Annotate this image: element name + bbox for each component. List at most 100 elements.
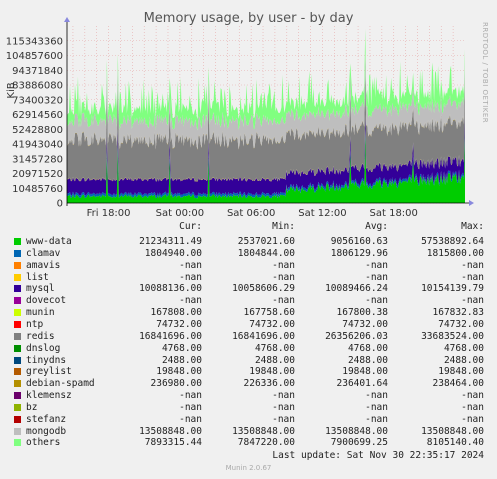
col-cur-header: Cur: bbox=[179, 221, 202, 232]
y-tick-label: 31457280 bbox=[12, 154, 63, 165]
legend-cur-value: 13508848.00 bbox=[139, 425, 202, 437]
legend-row-greylist: greylist 19848.00 19848.00 19848.00 19848.00 bbox=[0, 366, 497, 378]
legend-row-list: list -nan -nan -nan -nan bbox=[0, 272, 497, 284]
y-tick-label: 62914560 bbox=[12, 110, 63, 121]
legend-avg-value: -nan bbox=[365, 390, 388, 402]
legend-series-name: www-data bbox=[26, 236, 72, 247]
legend-max-value: 33683524.00 bbox=[421, 330, 484, 342]
legend-swatch bbox=[14, 439, 21, 447]
legend-min-value: -nan bbox=[272, 413, 295, 425]
legend-max-value: 167832.83 bbox=[432, 307, 484, 319]
legend-row-debian-spamd: debian-spamd 236980.00 226336.00 236401.64 2… bbox=[0, 378, 497, 390]
legend-swatch bbox=[14, 261, 21, 269]
legend-min-value: -nan bbox=[272, 271, 295, 283]
legend-swatch bbox=[14, 368, 21, 376]
legend-cur-value: -nan bbox=[179, 259, 202, 271]
legend-max-value: -nan bbox=[461, 401, 484, 413]
legend-series-name: munin bbox=[26, 307, 55, 319]
legend-cur-value: -nan bbox=[179, 271, 202, 283]
legend-max-value: -nan bbox=[461, 295, 484, 307]
legend-max-value: 19848.00 bbox=[438, 366, 484, 378]
y-tick-label: 0 bbox=[57, 199, 63, 210]
legend-series-name: dnslog bbox=[26, 342, 61, 354]
legend-max-value: -nan bbox=[461, 271, 484, 283]
legend-swatch bbox=[14, 427, 21, 435]
legend-swatch bbox=[14, 380, 21, 388]
munin-version: Munin 2.0.67 bbox=[225, 464, 272, 472]
legend-row-mongodb: mongodb 13508848.00 13508848.00 13508848.00… bbox=[0, 426, 497, 438]
legend-max-value: 1815800.00 bbox=[426, 247, 484, 259]
legend-cur-value: 2488.00 bbox=[161, 354, 202, 366]
legend-max-value: 57538892.64 bbox=[421, 236, 484, 247]
legend-series-name: mongodb bbox=[26, 425, 67, 437]
legend-min-value: 19848.00 bbox=[249, 366, 295, 378]
legend-row-ntp: ntp 74732.00 74732.00 74732.00 74732.00 bbox=[0, 319, 497, 331]
legend-swatch bbox=[14, 392, 21, 400]
y-axis-arrow bbox=[64, 17, 70, 22]
legend-avg-value: -nan bbox=[365, 271, 388, 283]
stacked-areas bbox=[67, 28, 465, 203]
legend-min-value: -nan bbox=[272, 390, 295, 402]
legend-series-name: debian-spamd bbox=[26, 378, 95, 390]
legend-avg-value: 167800.38 bbox=[336, 307, 388, 319]
legend-min-value: -nan bbox=[272, 401, 295, 413]
legend-min-value: 74732.00 bbox=[249, 318, 295, 330]
legend-series-name: amavis bbox=[26, 259, 61, 271]
legend-min-value: 167758.60 bbox=[243, 307, 295, 319]
x-tick-label: Sat 00:00 bbox=[156, 208, 204, 218]
legend-swatch bbox=[14, 285, 21, 293]
legend-avg-value: 26356206.03 bbox=[325, 330, 388, 342]
legend-avg-value: -nan bbox=[365, 413, 388, 425]
legend-max-value: -nan bbox=[461, 390, 484, 402]
legend-series-name: others bbox=[26, 437, 61, 449]
legend-avg-value: 13508848.00 bbox=[325, 425, 388, 437]
legend-row-amavis: amavis -nan -nan -nan -nan bbox=[0, 260, 497, 272]
legend-swatch bbox=[14, 356, 21, 364]
legend-row-tinydns: tinydns 2488.00 2488.00 2488.00 2488.00 bbox=[0, 355, 497, 367]
legend-series-name: tinydns bbox=[26, 354, 67, 366]
y-tick-label: 52428800 bbox=[12, 125, 63, 136]
legend-row-dovecot: dovecot -nan -nan -nan -nan bbox=[0, 295, 497, 307]
legend-row-munin: munin 167808.00 167758.60 167800.38 167832.8… bbox=[0, 307, 497, 319]
col-avg-header: Avg: bbox=[365, 221, 388, 232]
legend-min-value: -nan bbox=[272, 259, 295, 271]
legend-series-name: bz bbox=[26, 401, 38, 413]
legend-min-value: 4768.00 bbox=[254, 342, 295, 354]
x-tick-label: Sat 12:00 bbox=[298, 208, 346, 218]
y-tick-label: 83886080 bbox=[12, 81, 63, 92]
legend-avg-value: 236401.64 bbox=[336, 378, 388, 390]
legend-swatch bbox=[14, 332, 21, 340]
col-max-header: Max: bbox=[461, 221, 484, 232]
legend-cur-value: -nan bbox=[179, 295, 202, 307]
legend-avg-value: 10089466.24 bbox=[325, 283, 388, 295]
legend-swatch bbox=[14, 238, 21, 245]
legend-max-value: -nan bbox=[461, 413, 484, 425]
legend-row-others: others 7893315.44 7847220.00 7900699.25 8105… bbox=[0, 437, 497, 449]
y-tick-label: 20971520 bbox=[12, 169, 63, 180]
memory-usage-chart: 0 10485760 20971520 31457280 41943040 5242880… bbox=[6, 17, 474, 218]
legend-cur-value: 236980.00 bbox=[150, 378, 202, 390]
legend-cur-value: 167808.00 bbox=[150, 307, 202, 319]
x-tick-label: Fri 18:00 bbox=[87, 208, 131, 218]
legend-row-www-data: www-data 21234311.49 2537021.60 9056160.63 5… bbox=[0, 236, 497, 248]
legend-min-value: 1804844.00 bbox=[237, 247, 295, 259]
legend-min-value: 2537021.60 bbox=[237, 236, 295, 247]
legend-avg-value: 2488.00 bbox=[347, 354, 388, 366]
legend-row-stefanz: stefanz -nan -nan -nan -nan bbox=[0, 414, 497, 426]
y-tick-labels: 0 10485760 20971520 31457280 41943040 5242880… bbox=[6, 36, 63, 209]
legend-min-value: 13508848.00 bbox=[232, 425, 295, 437]
legend-avg-value: 1806129.96 bbox=[330, 247, 388, 259]
x-tick-label: Sat 06:00 bbox=[227, 208, 275, 218]
legend-max-value: -nan bbox=[461, 259, 484, 271]
legend-row-dnslog: dnslog 4768.00 4768.00 4768.00 4768.00 bbox=[0, 343, 497, 355]
legend-max-value: 8105140.40 bbox=[426, 437, 484, 449]
legend-avg-value: -nan bbox=[365, 401, 388, 413]
y-tick-label: 104857600 bbox=[6, 51, 63, 62]
legend-max-value: 13508848.00 bbox=[421, 425, 484, 437]
legend-row-klemensz: klemensz -nan -nan -nan -nan bbox=[0, 390, 497, 402]
y-tick-label: 73400320 bbox=[12, 95, 63, 106]
legend-series-name: klemensz bbox=[26, 390, 72, 402]
legend-series-name: stefanz bbox=[26, 413, 67, 425]
legend-swatch bbox=[14, 249, 21, 257]
legend-swatch bbox=[14, 415, 21, 423]
